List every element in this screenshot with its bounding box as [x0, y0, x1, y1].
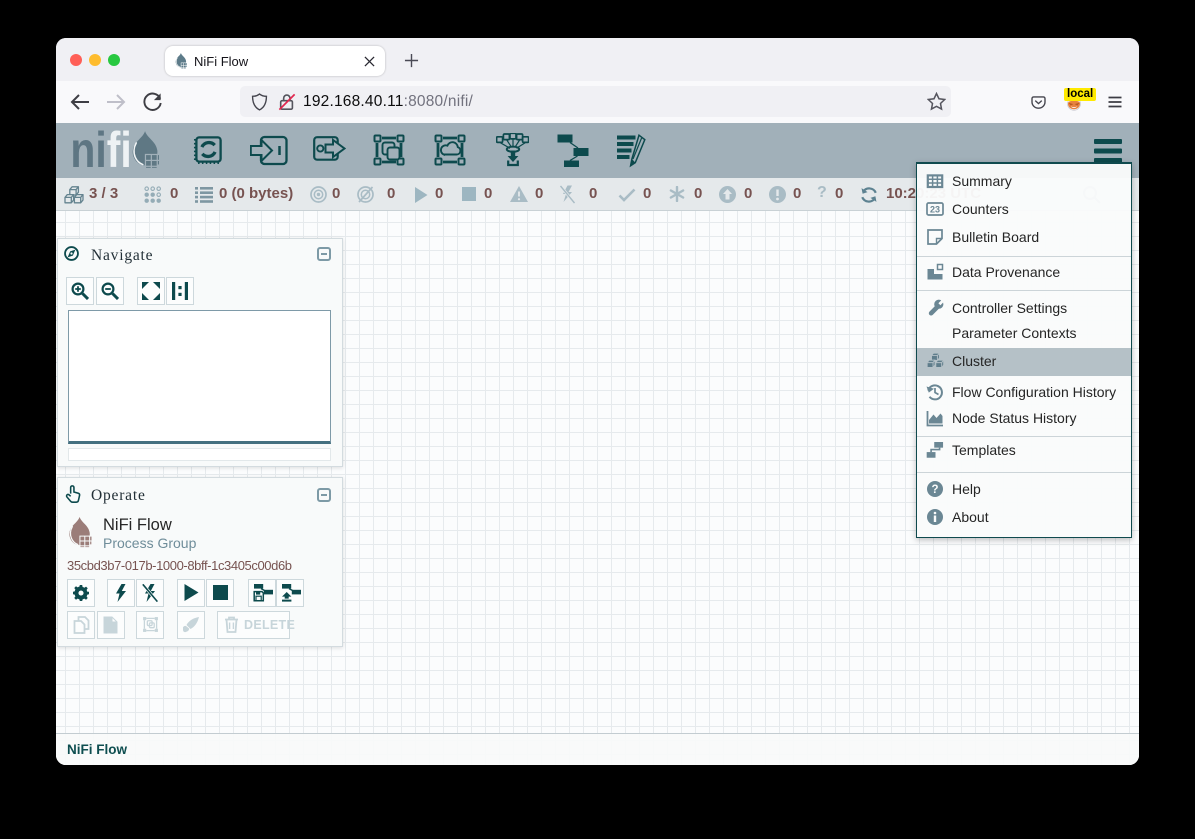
svg-text:nifi: nifi	[70, 123, 131, 178]
svg-text:?: ?	[931, 484, 938, 496]
svg-text:23: 23	[930, 205, 940, 215]
